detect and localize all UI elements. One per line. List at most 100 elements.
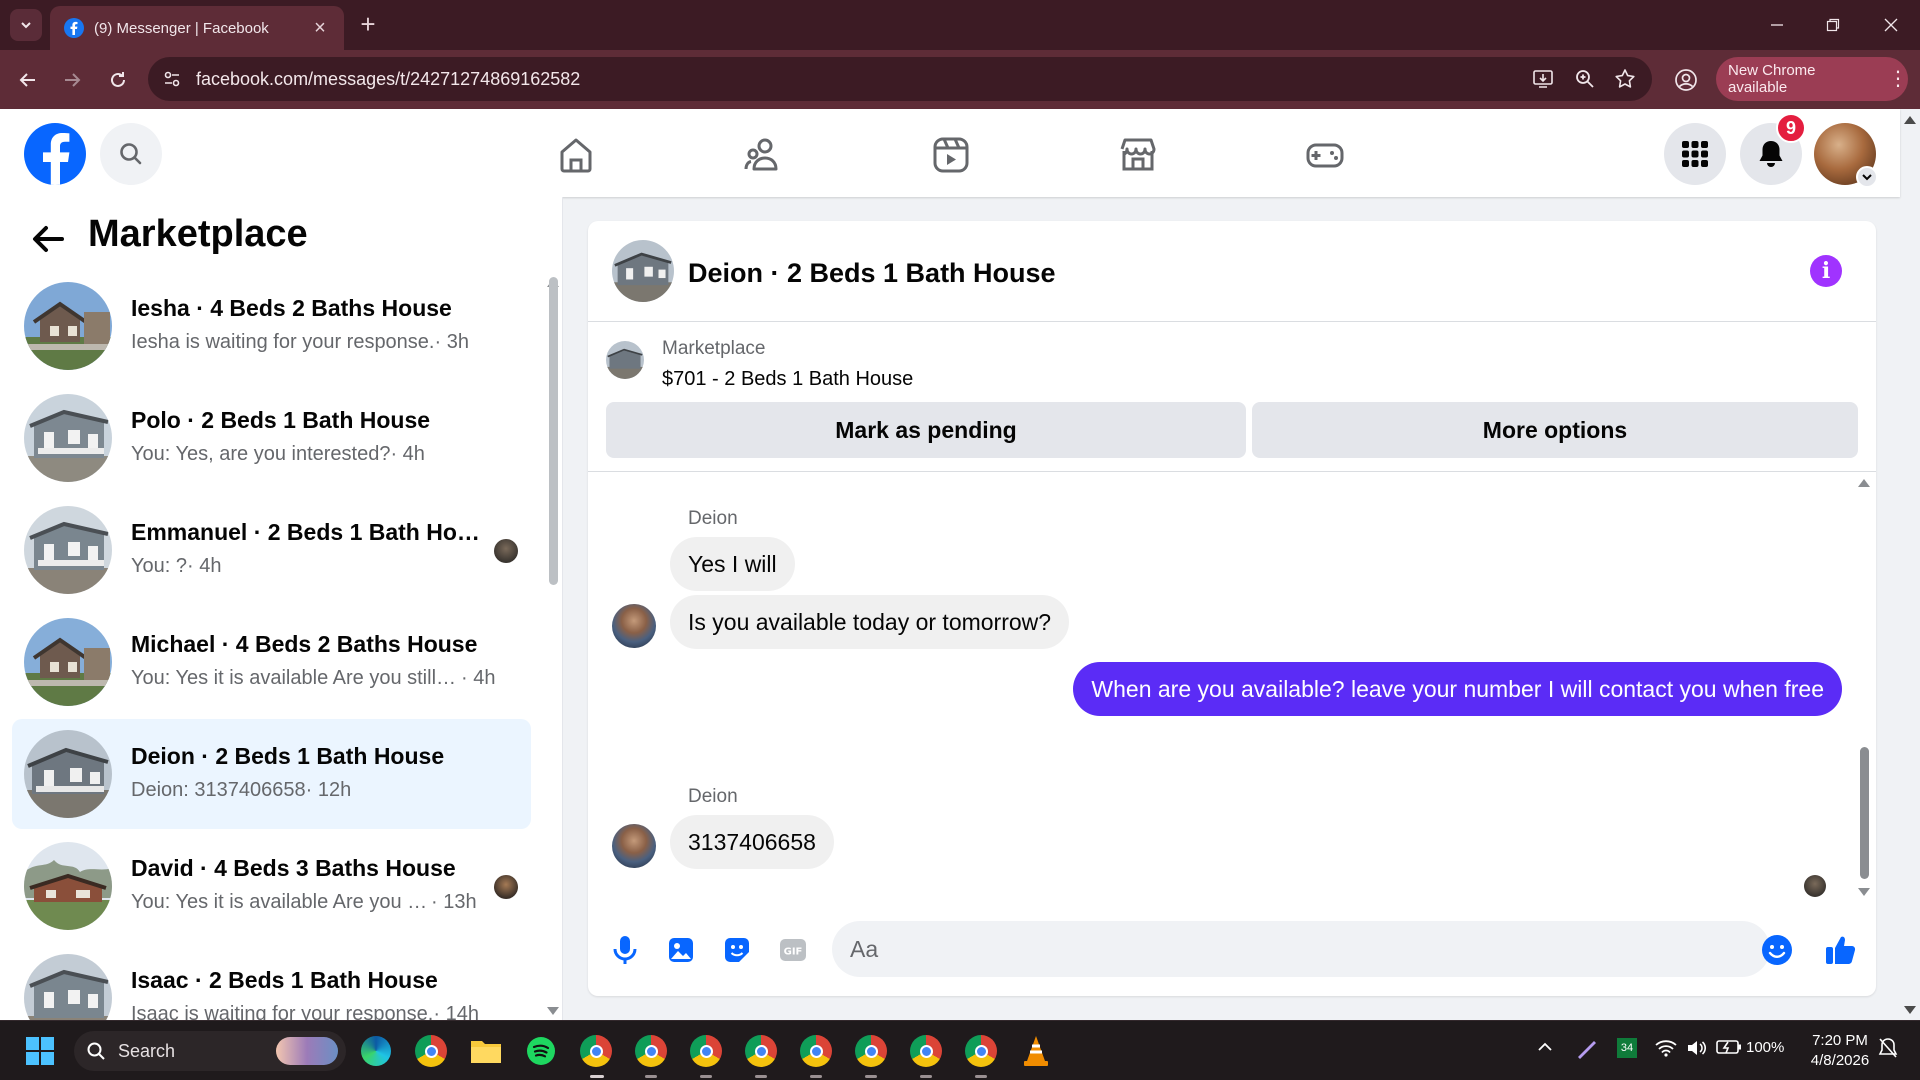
kebab-menu-icon[interactable]: ⋮ <box>1888 69 1908 89</box>
active-app-indicator <box>590 1075 604 1078</box>
bookmark-star-icon[interactable] <box>1614 68 1636 90</box>
sender-avatar[interactable] <box>612 604 656 648</box>
sender-avatar[interactable] <box>612 824 656 868</box>
conversation-item[interactable]: Polo · 2 Beds 1 Bath House You: Yes, are… <box>12 383 531 493</box>
chat-panel: Deion · 2 Beds 1 Bath House i Marketplac… <box>588 221 1876 996</box>
close-window-icon[interactable] <box>1876 12 1906 38</box>
new-tab-button[interactable]: + <box>353 10 383 40</box>
nav-home[interactable] <box>516 127 636 183</box>
scroll-down-arrow[interactable] <box>547 1007 559 1015</box>
wifi-icon[interactable] <box>1655 1039 1677 1061</box>
file-explorer-app[interactable] <box>468 1033 504 1069</box>
facebook-search-button[interactable] <box>100 123 162 185</box>
listing-thumbnail <box>24 954 112 1020</box>
chrome-profile-app[interactable] <box>908 1033 944 1069</box>
running-app-indicator <box>700 1075 712 1078</box>
message-sender: Deion <box>688 786 738 807</box>
address-bar[interactable]: facebook.com/messages/t/2427127486916258… <box>148 57 1652 101</box>
conversation-item[interactable]: Emmanuel · 2 Beds 1 Bath House You: ?· 4… <box>12 495 531 605</box>
facebook-logo-icon[interactable] <box>24 123 86 185</box>
facebook-favicon-icon <box>64 18 84 38</box>
profile-button[interactable] <box>1670 64 1702 96</box>
new-chrome-available-button[interactable]: New Chrome available ⋮ <box>1716 57 1908 101</box>
chat-scrollbar[interactable] <box>1860 747 1869 879</box>
system-clock[interactable]: 7:20 PM 4/8/2026 <box>1800 1031 1880 1071</box>
account-chevron-icon[interactable] <box>1856 166 1878 188</box>
start-button[interactable] <box>22 1033 58 1069</box>
conversation-item[interactable]: Michael · 4 Beds 2 Baths House You: Yes … <box>12 607 531 717</box>
attach-photo-button[interactable] <box>664 933 698 967</box>
chrome-icon <box>690 1035 722 1067</box>
spotify-app[interactable] <box>523 1033 559 1069</box>
volume-icon[interactable] <box>1686 1039 1707 1061</box>
message-bubble-received[interactable]: Yes I will <box>670 537 795 591</box>
chrome-profile-app[interactable] <box>853 1033 889 1069</box>
page-scroll-up-arrow[interactable] <box>1904 116 1916 124</box>
chrome-app[interactable] <box>413 1033 449 1069</box>
message-bubble-sent[interactable]: When are you available? leave your numbe… <box>1073 662 1842 716</box>
nav-friends[interactable] <box>703 127 823 183</box>
chrome-profile-app[interactable] <box>688 1033 724 1069</box>
zoom-icon[interactable] <box>1574 68 1596 90</box>
voice-clip-button[interactable] <box>608 933 642 967</box>
listing-title[interactable]: $701 - 2 Beds 1 Bath House <box>662 368 913 391</box>
conversation-item[interactable]: Iesha · 4 Beds 2 Baths House Iesha is wa… <box>12 271 531 381</box>
conversation-preview: Deion: 3137406658· 12h <box>131 779 352 801</box>
back-button[interactable] <box>12 64 44 96</box>
more-options-button[interactable]: More options <box>1252 402 1858 458</box>
page-scroll-down-arrow[interactable] <box>1904 1006 1916 1014</box>
message-input[interactable] <box>832 921 1770 977</box>
conversation-item[interactable]: Isaac · 2 Beds 1 Bath House Isaac is wai… <box>12 943 531 1020</box>
conversation-list-scrollbar[interactable] <box>549 277 558 585</box>
battery-icon[interactable] <box>1716 1039 1742 1059</box>
info-icon[interactable]: i <box>1810 255 1842 287</box>
listing-banner-thumbnail[interactable] <box>606 341 644 379</box>
chat-scroll-up-arrow[interactable] <box>1858 479 1870 487</box>
minimize-icon[interactable] <box>1762 12 1792 38</box>
chrome-profile-app[interactable] <box>633 1033 669 1069</box>
tab-close-icon[interactable]: × <box>310 17 330 40</box>
conversation-item[interactable]: David · 4 Beds 3 Baths House You: Yes it… <box>12 831 531 941</box>
chrome-profile-app[interactable] <box>743 1033 779 1069</box>
menu-button[interactable] <box>1664 123 1726 185</box>
sticker-button[interactable] <box>720 933 754 967</box>
chrome-profile-app[interactable] <box>798 1033 834 1069</box>
taskbar-search[interactable]: Search <box>74 1031 346 1071</box>
chat-listing-thumbnail[interactable] <box>612 240 674 302</box>
back-arrow-icon[interactable] <box>30 221 66 257</box>
message-bubble-received[interactable]: 3137406658 <box>670 815 834 869</box>
chat-title[interactable]: Deion · 2 Beds 1 Bath House <box>688 258 1056 289</box>
site-settings-icon[interactable] <box>162 69 182 89</box>
mark-as-pending-button[interactable]: Mark as pending <box>606 402 1246 458</box>
vlc-app[interactable] <box>1018 1033 1054 1069</box>
chat-scroll-down-arrow[interactable] <box>1858 888 1870 896</box>
conversation-name: Polo · 2 Beds 1 Bath House <box>131 407 431 433</box>
restore-icon[interactable] <box>1818 12 1848 38</box>
nav-watch[interactable] <box>891 127 1011 183</box>
pen-tray-icon[interactable] <box>1576 1039 1598 1063</box>
like-button[interactable] <box>1824 933 1858 967</box>
conversation-preview: You: Yes it is available Are you still i… <box>131 891 477 913</box>
gif-button[interactable]: GIF <box>776 933 810 967</box>
chrome-profile-app[interactable] <box>963 1033 999 1069</box>
show-hidden-icons-chevron-icon[interactable] <box>1537 1039 1553 1059</box>
emoji-button[interactable] <box>1760 933 1794 967</box>
browser-tab[interactable]: (9) Messenger | Facebook × <box>50 6 344 50</box>
install-app-icon[interactable] <box>1532 68 1554 90</box>
forward-button[interactable] <box>56 64 88 96</box>
nav-marketplace[interactable] <box>1078 127 1198 183</box>
url-text[interactable]: facebook.com/messages/t/2427127486916258… <box>196 69 580 90</box>
tray-app-badge[interactable]: 34 <box>1617 1038 1637 1058</box>
conversation-item-active[interactable]: Deion · 2 Beds 1 Bath House Deion: 31374… <box>12 719 531 829</box>
tab-search-button[interactable] <box>10 9 42 41</box>
conversation-name: Michael · 4 Beds 2 Baths House <box>131 631 478 657</box>
chrome-profile-app[interactable] <box>578 1033 614 1069</box>
conversation-preview: You: Yes it is available Are you still i… <box>131 667 496 689</box>
message-bubble-received[interactable]: Is you available today or tomorrow? <box>670 595 1070 649</box>
notification-center-icon[interactable] <box>1878 1037 1898 1063</box>
reload-button[interactable] <box>102 64 134 96</box>
running-app-indicator <box>865 1075 877 1078</box>
message-sender: Deion <box>688 508 738 529</box>
edge-app[interactable] <box>358 1033 394 1069</box>
nav-gaming[interactable] <box>1265 127 1385 183</box>
